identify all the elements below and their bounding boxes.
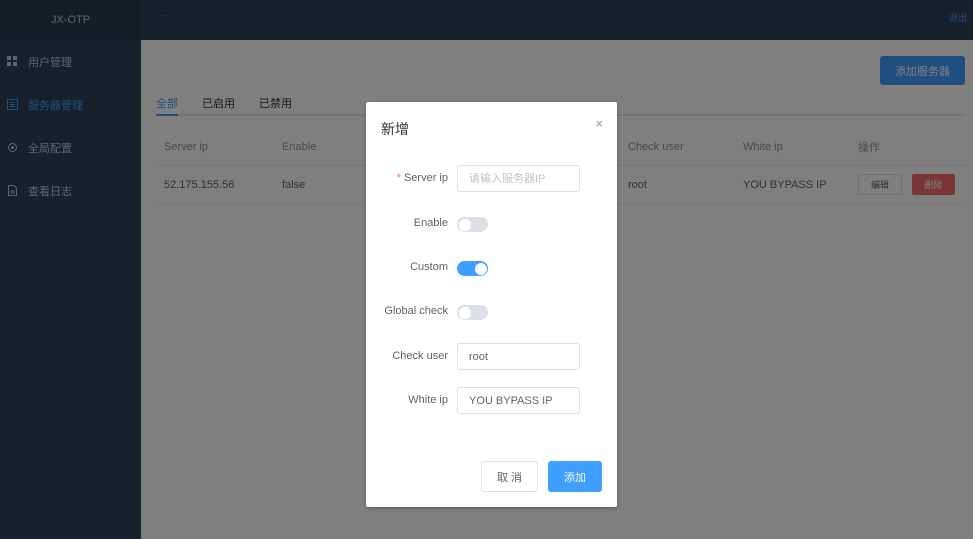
dialog-title: 新增 bbox=[381, 121, 409, 137]
close-icon[interactable]: × bbox=[595, 116, 603, 131]
custom-switch[interactable] bbox=[457, 261, 488, 276]
enable-label: Enable bbox=[413, 217, 448, 229]
switch-knob bbox=[474, 262, 487, 275]
add-server-dialog: 新增 × *Server ip Enable Custom Global che… bbox=[366, 102, 617, 507]
switch-knob bbox=[458, 218, 471, 231]
switch-knob bbox=[458, 306, 471, 319]
required-marker: * bbox=[396, 172, 401, 184]
check-user-input[interactable] bbox=[457, 343, 580, 370]
form-row-enable: Enable bbox=[366, 210, 617, 237]
global-check-switch[interactable] bbox=[457, 305, 488, 320]
check-user-label: Check user bbox=[392, 350, 448, 362]
form-row-server-ip: * Server ip bbox=[366, 165, 617, 192]
form-row-white-ip: White ip bbox=[366, 387, 617, 414]
cancel-button[interactable]: 取 消 bbox=[481, 461, 538, 492]
enable-switch[interactable] bbox=[457, 217, 488, 232]
white-ip-label: White ip bbox=[408, 394, 448, 406]
custom-label: Custom bbox=[410, 261, 448, 273]
form-row-global-check: Global check bbox=[366, 298, 617, 325]
global-check-label: Global check bbox=[384, 305, 448, 317]
server-ip-label: * Server ip bbox=[397, 165, 448, 192]
white-ip-input[interactable] bbox=[457, 387, 580, 414]
server-ip-label-text: Server ip bbox=[403, 172, 448, 184]
server-ip-input[interactable] bbox=[457, 165, 580, 192]
form-row-custom: Custom bbox=[366, 254, 617, 281]
add-button[interactable]: 添加 bbox=[548, 461, 602, 492]
form-row-check-user: Check user bbox=[366, 343, 617, 370]
